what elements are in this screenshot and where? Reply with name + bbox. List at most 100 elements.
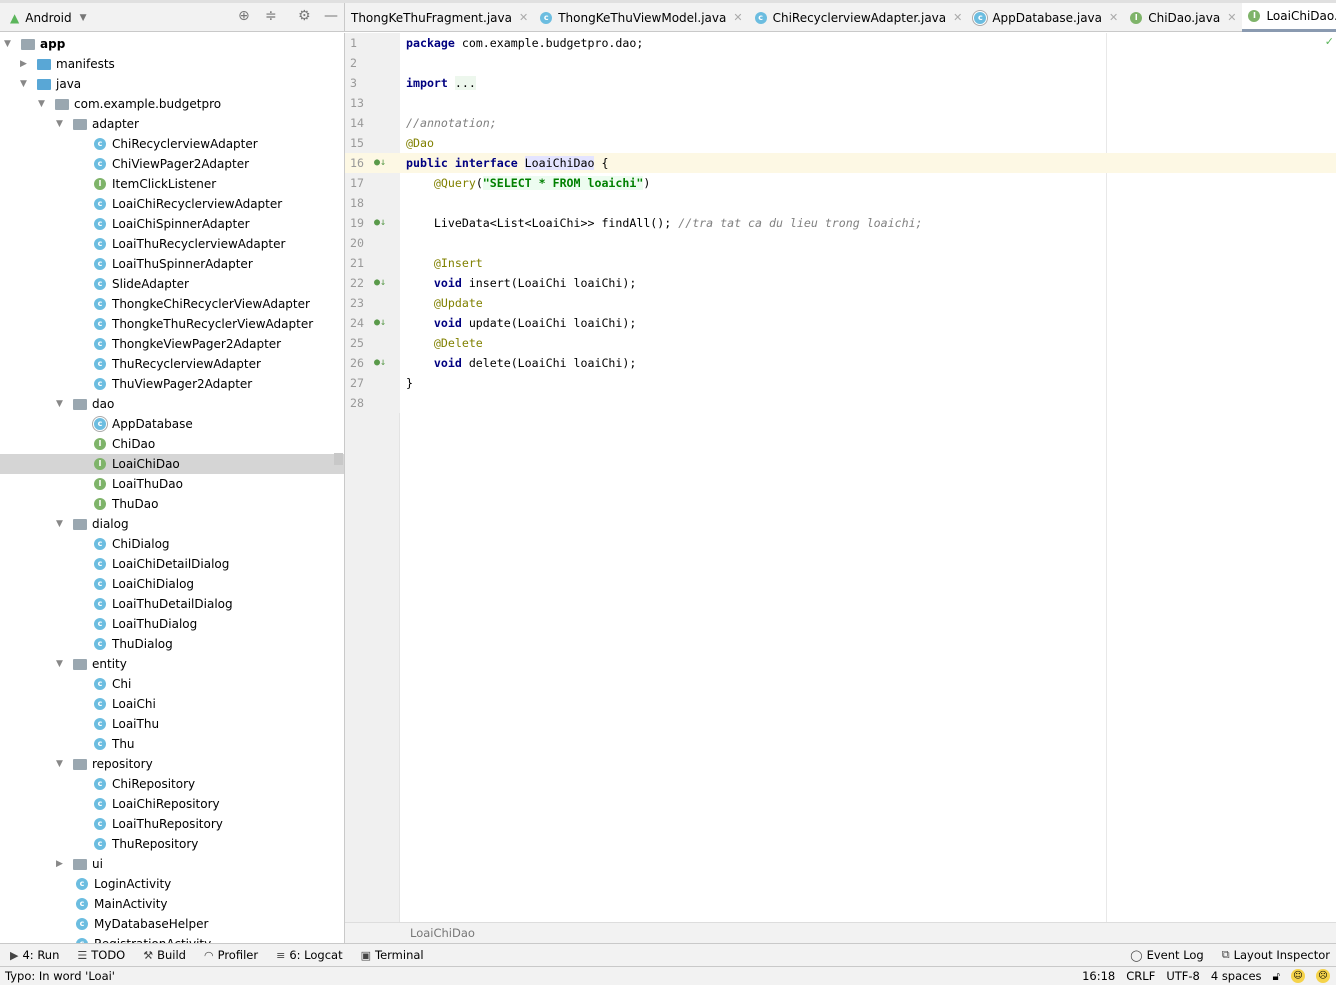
tree-item[interactable]: cRegistrationActivity — [0, 934, 344, 943]
tree-item[interactable]: c LoaiThuRepository — [0, 814, 344, 834]
collapsed-arrow-icon[interactable]: ▶ — [56, 859, 66, 869]
implemented-marker-icon[interactable]: ●↓ — [374, 353, 386, 373]
code-line[interactable]: 2 — [345, 53, 1336, 73]
tree-item[interactable]: c ThuRepository — [0, 834, 344, 854]
expanded-arrow-icon[interactable]: ▼ — [56, 399, 66, 409]
tree-item[interactable]: I LoaiChiDao — [0, 454, 344, 474]
code-line[interactable]: 20 — [345, 233, 1336, 253]
tree-item[interactable]: c SlideAdapter — [0, 274, 344, 294]
tree-item[interactable]: c Chi — [0, 674, 344, 694]
expanded-arrow-icon[interactable]: ▼ — [20, 79, 30, 89]
tree-item[interactable]: c LoaiChiDialog — [0, 574, 344, 594]
tree-item[interactable]: I ThuDao — [0, 494, 344, 514]
tree-item[interactable]: ▼ adapter — [0, 114, 344, 134]
project-view-selector[interactable]: Android — [25, 11, 71, 25]
line-separator[interactable]: CRLF — [1126, 967, 1155, 985]
run-tool-button[interactable]: ▶ 4: Run — [10, 948, 59, 962]
tree-item[interactable]: c LoginActivity — [0, 874, 344, 894]
tree-item[interactable]: c LoaiThu — [0, 714, 344, 734]
code-line[interactable]: 28 — [345, 393, 1336, 413]
tree-item[interactable]: c ThongkeViewPager2Adapter — [0, 334, 344, 354]
tree-item[interactable]: c LoaiThuRecyclerviewAdapter — [0, 234, 344, 254]
tree-item[interactable]: c AppDatabase — [0, 414, 344, 434]
tree-item[interactable]: c ThuViewPager2Adapter — [0, 374, 344, 394]
code-line[interactable]: 26 ●↓ void delete(LoaiChi loaiChi); — [345, 353, 1336, 373]
tree-item[interactable]: c LoaiThuDetailDialog — [0, 594, 344, 614]
expanded-arrow-icon[interactable]: ▼ — [56, 519, 66, 529]
tree-item[interactable]: c LoaiChiSpinnerAdapter — [0, 214, 344, 234]
event-log-button[interactable]: ◯ Event Log — [1130, 948, 1203, 962]
todo-tool-button[interactable]: ☰ TODO — [77, 948, 125, 962]
close-icon[interactable]: ✕ — [953, 11, 962, 24]
tree-item[interactable]: c LoaiChi — [0, 694, 344, 714]
locate-icon[interactable]: ⊕ — [238, 8, 250, 24]
lock-icon[interactable]: 🔓︎ — [1273, 967, 1280, 985]
logcat-tool-button[interactable]: ≡ 6: Logcat — [276, 948, 343, 962]
implemented-marker-icon[interactable]: ●↓ — [374, 153, 386, 173]
tree-item[interactable]: I ChiDao — [0, 434, 344, 454]
implemented-marker-icon[interactable]: ●↓ — [374, 213, 386, 233]
expanded-arrow-icon[interactable]: ▼ — [4, 39, 14, 49]
hide-icon[interactable]: — — [324, 8, 338, 24]
tree-item[interactable]: c ChiRecyclerviewAdapter — [0, 134, 344, 154]
tree-item[interactable]: c ThongkeThuRecyclerViewAdapter — [0, 314, 344, 334]
code-line[interactable]: 3 import ... — [345, 73, 1336, 93]
collapsed-arrow-icon[interactable]: ▶ — [20, 59, 30, 69]
code-line[interactable]: 16 ●↓ public interface LoaiChiDao { — [345, 153, 1336, 173]
tree-item[interactable]: I LoaiThuDao — [0, 474, 344, 494]
code-line[interactable]: 19 ●↓ LiveData<List<LoaiChi>> findAll(); … — [345, 213, 1336, 233]
code-editor[interactable]: 1 package com.example.budgetpro.dao; 2 3 imp… — [345, 33, 1336, 922]
tree-item[interactable]: ▼ dialog — [0, 514, 344, 534]
profiler-tool-button[interactable]: ◠ Profiler — [204, 948, 258, 962]
code-line[interactable]: 25 @Delete — [345, 333, 1336, 353]
code-line[interactable]: 22 ●↓ void insert(LoaiChi loaiChi); — [345, 273, 1336, 293]
tree-item[interactable]: c ChiRepository — [0, 774, 344, 794]
expanded-arrow-icon[interactable]: ▼ — [56, 759, 66, 769]
close-icon[interactable]: ✕ — [1109, 11, 1118, 24]
tree-item[interactable]: c ThongkeChiRecyclerViewAdapter — [0, 294, 344, 314]
tree-item[interactable]: c MyDatabaseHelper — [0, 914, 344, 934]
chevron-down-icon[interactable]: ▼ — [80, 13, 87, 23]
code-line[interactable]: 15 @Dao — [345, 133, 1336, 153]
code-line[interactable]: 23 @Update — [345, 293, 1336, 313]
tab-thongkethufragment[interactable]: ThongKeThuFragment.java ✕ — [345, 3, 534, 32]
smile-feedback-icon[interactable]: ☺ — [1291, 969, 1305, 983]
tree-item[interactable]: I ItemClickListener — [0, 174, 344, 194]
tree-item[interactable]: ▼ java — [0, 74, 344, 94]
collapse-all-icon[interactable]: ≑ — [265, 8, 277, 24]
implemented-marker-icon[interactable]: ●↓ — [374, 273, 386, 293]
implemented-marker-icon[interactable]: ●↓ — [374, 313, 386, 333]
code-line[interactable]: 24 ●↓ void update(LoaiChi loaiChi); — [345, 313, 1336, 333]
code-line[interactable]: 27} — [345, 373, 1336, 393]
tab-chidao[interactable]: I ChiDao.java ✕ — [1124, 3, 1242, 32]
tree-item[interactable]: c LoaiChiRecyclerviewAdapter — [0, 194, 344, 214]
caret-position[interactable]: 16:18 — [1082, 967, 1115, 985]
close-icon[interactable]: ✕ — [733, 11, 742, 24]
tree-item[interactable]: ▼ repository — [0, 754, 344, 774]
expanded-arrow-icon[interactable]: ▼ — [56, 119, 66, 129]
tab-thongkethuviewmodel[interactable]: c ThongKeThuViewModel.java ✕ — [534, 3, 748, 32]
code-line[interactable]: 13 — [345, 93, 1336, 113]
gear-icon[interactable]: ⚙ — [298, 8, 311, 24]
layout-inspector-button[interactable]: ⧉ Layout Inspector — [1222, 948, 1330, 962]
terminal-tool-button[interactable]: ▣ Terminal — [361, 948, 424, 962]
code-line[interactable]: 21 @Insert — [345, 253, 1336, 273]
tree-item[interactable]: c ThuRecyclerviewAdapter — [0, 354, 344, 374]
tree-item[interactable]: ▼ entity — [0, 654, 344, 674]
tree-item[interactable]: c ChiViewPager2Adapter — [0, 154, 344, 174]
inspection-ok-icon[interactable]: ✓ — [1325, 35, 1334, 48]
tree-item[interactable]: c LoaiThuSpinnerAdapter — [0, 254, 344, 274]
code-line[interactable]: 14 //annotation; — [345, 113, 1336, 133]
file-encoding[interactable]: UTF-8 — [1166, 967, 1200, 985]
code-line[interactable]: 1 package com.example.budgetpro.dao; — [345, 33, 1336, 53]
tree-item[interactable]: ▶ ui — [0, 854, 344, 874]
indent-setting[interactable]: 4 spaces — [1211, 967, 1262, 985]
tree-item[interactable]: ▼ app — [0, 34, 344, 54]
tree-item[interactable]: c MainActivity — [0, 894, 344, 914]
tree-scrollbar[interactable] — [334, 453, 343, 465]
tree-item[interactable]: ▶ manifests — [0, 54, 344, 74]
code-line[interactable]: 18 — [345, 193, 1336, 213]
tree-item[interactable]: c LoaiChiDetailDialog — [0, 554, 344, 574]
tab-loaichidao[interactable]: ILoaiChiDao.java✕ — [1242, 3, 1336, 32]
tree-item[interactable]: c ThuDialog — [0, 634, 344, 654]
